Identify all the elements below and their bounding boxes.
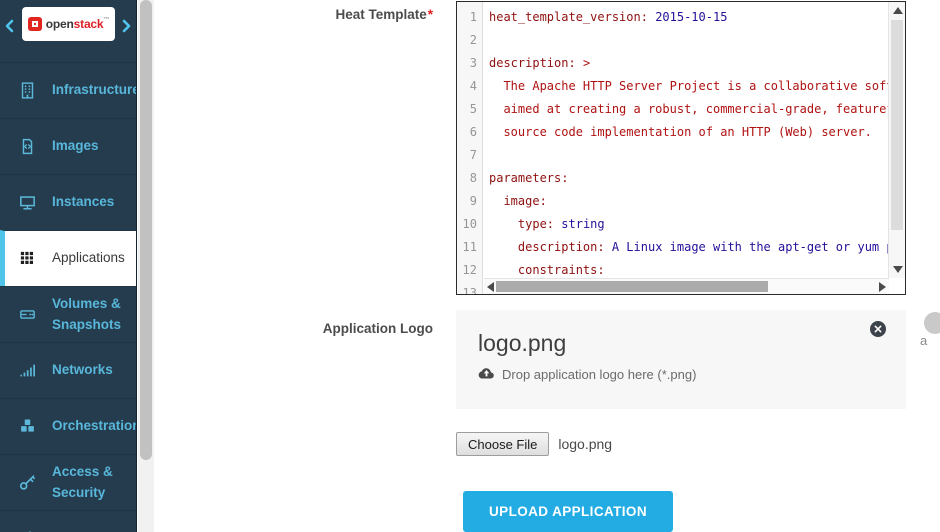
code-line: image: (489, 190, 888, 213)
openstack-cube-icon (28, 17, 42, 31)
code-line: description: A Linux image with the apt-… (489, 236, 888, 259)
sidebar-item-label: Volumes & Snapshots (52, 294, 121, 336)
heat-template-editor[interactable]: 12345678910111213 heat_template_version:… (456, 1, 906, 295)
cutoff-text-fragment: a (920, 333, 927, 348)
heat-template-label: Heat Template* (154, 7, 433, 22)
line-number: 12 (457, 259, 482, 282)
drop-hint-text: Drop application logo here (*.png) (502, 367, 696, 382)
sidebar-item-label: Access & Security (52, 462, 113, 504)
code-line: source code implementation of an HTTP (W… (489, 121, 888, 144)
sidebar-header: openstack™ (0, 0, 136, 62)
chevron-right-icon[interactable] (119, 17, 133, 35)
sidebar: openstack™ Infrastructure Images Instances… (0, 0, 137, 532)
code-line: type: string (489, 213, 888, 236)
drop-hint: Drop application logo here (*.png) (478, 367, 906, 382)
editor-hscroll-thumb[interactable] (496, 281, 768, 292)
logo-dropzone[interactable]: logo.png Drop application logo here (*.p… (456, 310, 906, 409)
scroll-right-arrow-icon[interactable] (879, 282, 886, 292)
cubes-icon (18, 417, 40, 436)
logo-filename: logo.png (456, 310, 906, 357)
code-line: The Apache HTTP Server Project is a coll… (489, 75, 888, 98)
choose-file-button[interactable]: Choose File (456, 432, 549, 456)
editor-vertical-scrollbar[interactable] (888, 2, 905, 278)
sidebar-nav: Infrastructure Images Instances Application… (0, 62, 136, 532)
sidebar-item-networks[interactable]: Networks (0, 342, 136, 398)
cutoff-help-icon (924, 312, 940, 334)
line-number: 6 (457, 121, 482, 144)
chosen-file-name: logo.png (558, 436, 612, 452)
editor-vscroll-thumb[interactable] (891, 20, 903, 230)
code-line (489, 144, 888, 167)
building-icon (18, 81, 40, 100)
page: openstack™ Infrastructure Images Instances… (0, 0, 940, 532)
sidebar-item-label: Orchestration (52, 416, 137, 437)
editor-line-numbers: 12345678910111213 (457, 2, 483, 294)
sidebar-item-partial-item[interactable] (0, 510, 136, 532)
line-number: 7 (457, 144, 482, 167)
line-number: 10 (457, 213, 482, 236)
sidebar-item-images[interactable]: Images (0, 118, 136, 174)
sidebar-item-volumes-snapshots[interactable]: Volumes & Snapshots (0, 286, 136, 342)
scroll-down-arrow-icon[interactable] (893, 266, 903, 273)
cloud-upload-icon (478, 367, 495, 382)
sidebar-item-instances[interactable]: Instances (0, 174, 136, 230)
sidebar-item-applications[interactable]: Applications (0, 230, 136, 286)
line-number: 2 (457, 29, 482, 52)
drive-icon (18, 305, 40, 324)
sidebar-item-orchestration[interactable]: Orchestration (0, 398, 136, 454)
monitor-icon (18, 193, 40, 212)
code-line: aimed at creating a robust, commercial-g… (489, 98, 888, 121)
line-number: 1 (457, 6, 482, 29)
key-icon (18, 473, 40, 492)
sidebar-item-label: Images (52, 136, 99, 157)
line-number: 8 (457, 167, 482, 190)
line-number: 3 (457, 52, 482, 75)
application-logo-label: Application Logo (154, 321, 433, 336)
line-number: 4 (457, 75, 482, 98)
code-line (489, 29, 888, 52)
sidebar-item-access-security[interactable]: Access & Security (0, 454, 136, 510)
sidebar-item-infrastructure[interactable]: Infrastructure (0, 62, 136, 118)
code-line: description: > (489, 52, 888, 75)
grid-icon (18, 249, 40, 268)
scroll-left-arrow-icon[interactable] (487, 282, 494, 292)
logo-file-input: Choose File logo.png (456, 431, 612, 457)
remove-logo-icon[interactable] (870, 321, 886, 337)
required-asterisk: * (428, 7, 433, 22)
page-scrollbar-thumb[interactable] (140, 0, 152, 460)
openstack-logo: openstack™ (22, 7, 115, 41)
file-code-icon (18, 137, 40, 156)
signal-bars-icon (18, 361, 40, 380)
sidebar-item-label: Instances (52, 192, 114, 213)
code-line: heat_template_version: 2015-10-15 (489, 6, 888, 29)
editor-horizontal-scrollbar[interactable] (484, 278, 889, 294)
line-number: 9 (457, 190, 482, 213)
main-content: Heat Template* 12345678910111213 heat_te… (154, 0, 940, 532)
code-line: parameters: (489, 167, 888, 190)
page-scrollbar[interactable] (138, 0, 154, 532)
line-number: 5 (457, 98, 482, 121)
scroll-up-arrow-icon[interactable] (893, 7, 903, 14)
line-number: 13 (457, 282, 482, 295)
openstack-wordmark: openstack™ (46, 17, 109, 31)
sidebar-item-label: Applications (52, 248, 125, 269)
chevron-left-icon[interactable] (3, 17, 17, 35)
line-number: 11 (457, 236, 482, 259)
editor-code-area[interactable]: heat_template_version: 2015-10-15 descrip… (484, 2, 888, 294)
sidebar-item-label: Networks (52, 360, 113, 381)
upload-application-button[interactable]: UPLOAD APPLICATION (463, 491, 673, 532)
sidebar-item-label: Infrastructure (52, 80, 137, 101)
